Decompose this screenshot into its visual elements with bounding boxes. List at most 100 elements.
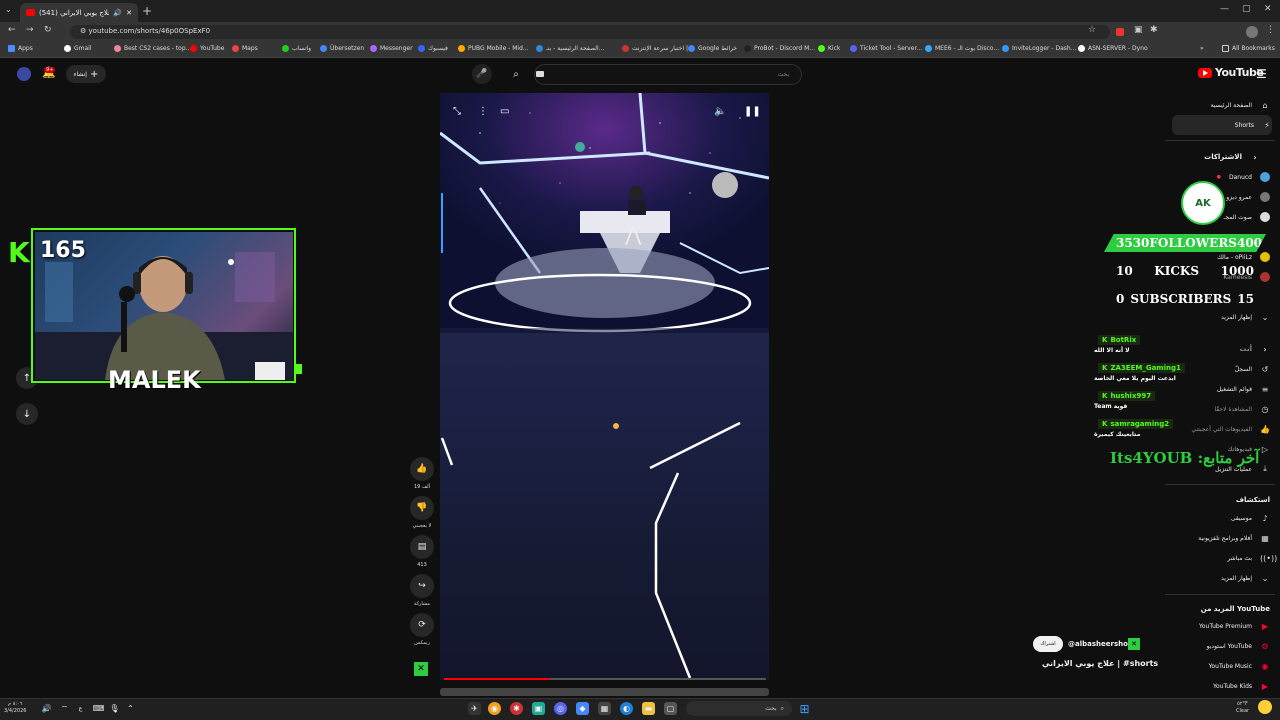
- edge-icon[interactable]: ◐: [620, 702, 633, 715]
- bookmark-item[interactable]: الصفحة الرئيسية - بنـ...: [536, 45, 604, 52]
- bookmark-item[interactable]: Best CS2 cases - top...: [114, 45, 191, 52]
- tab-audio-icon[interactable]: 🔊: [113, 9, 122, 17]
- sidebar-item-shorts[interactable]: Shorts ⚡: [1172, 115, 1272, 135]
- more-options-icon[interactable]: ⋮: [478, 106, 488, 117]
- sidebar-item-home[interactable]: الصفحة الرئيسية ⌂: [1160, 95, 1270, 115]
- pinned-app-icon[interactable]: ✱: [510, 702, 523, 715]
- discord-icon[interactable]: ◎: [554, 702, 567, 715]
- task-view-icon[interactable]: ▢: [664, 702, 677, 715]
- volume-icon[interactable]: 🔈: [714, 106, 726, 117]
- next-short-arrow-icon[interactable]: ↓: [16, 403, 38, 425]
- guide-menu-icon[interactable]: ☰: [1256, 67, 1267, 81]
- keyboard-icon[interactable]: ⌨: [92, 702, 105, 715]
- sidebar-item-kids[interactable]: YouTube Kids ▶: [1160, 676, 1270, 696]
- clock[interactable]: ٨:٠٦ م 3/4/2026: [4, 701, 26, 715]
- sidebar-item-watch-later[interactable]: المشاهدة لاحقًا ◷: [1160, 399, 1270, 419]
- extensions-puzzle-icon[interactable]: ✱: [1150, 25, 1158, 35]
- bookmark-item[interactable]: ProBot - Discord M...: [744, 45, 815, 52]
- captions-icon[interactable]: ▭: [500, 106, 509, 117]
- bookmark-item[interactable]: اختبار سرعة الإنترنت |...: [622, 45, 694, 52]
- dislike-button[interactable]: 👎: [410, 496, 434, 520]
- sidebar-item-playlists[interactable]: قوائم التشغيل ≡: [1160, 379, 1270, 399]
- bookmark-item[interactable]: فيسبوك: [418, 45, 448, 52]
- bookmark-item[interactable]: ASN-SERVER - Dyno: [1078, 45, 1148, 52]
- share-button[interactable]: ↪: [410, 574, 434, 598]
- pinned-app-icon[interactable]: ▣: [532, 702, 545, 715]
- bookmark-item[interactable]: InviteLogger - Dash...: [1002, 45, 1076, 52]
- account-avatar[interactable]: [17, 67, 31, 81]
- back-button[interactable]: ←: [8, 25, 16, 35]
- short-channel-avatar[interactable]: ✕: [1128, 638, 1140, 650]
- bookmark-item[interactable]: Maps: [232, 45, 258, 52]
- bookmark-star-icon[interactable]: ☆: [1088, 25, 1096, 35]
- next-short-preview[interactable]: [440, 688, 769, 696]
- bookmark-item[interactable]: واتساب: [282, 45, 311, 52]
- sidebar-subscriptions-header[interactable]: الاشتراكات ›: [1150, 147, 1260, 167]
- sidebar-show-more[interactable]: إظهار المزيد ⌄: [1160, 307, 1270, 327]
- bookmark-item[interactable]: MEE6 - بوت الـ Disco...: [925, 45, 999, 52]
- pause-icon[interactable]: ❚❚: [744, 106, 761, 117]
- pinned-app-icon[interactable]: ◆: [576, 702, 589, 715]
- bookmark-item[interactable]: Kick: [818, 45, 840, 52]
- bookmark-item[interactable]: Ticket Tool - Server...: [850, 45, 922, 52]
- tab-close-icon[interactable]: ✕: [126, 9, 132, 17]
- more-bookmarks-icon[interactable]: »: [1200, 45, 1204, 52]
- extension-icon[interactable]: ▣: [1134, 25, 1143, 35]
- voice-search-mic-icon[interactable]: 🎤: [472, 64, 492, 84]
- sidebar-item-music-app[interactable]: YouTube Music ◉: [1160, 656, 1270, 676]
- bookmark-item[interactable]: Gmail: [64, 45, 92, 52]
- minimize-button[interactable]: —: [1220, 4, 1229, 14]
- create-button[interactable]: إنشاء +: [66, 65, 106, 83]
- channel-thumbnail[interactable]: ✕: [414, 662, 428, 676]
- bookmark-item[interactable]: PUBG Mobile - Mid...: [458, 45, 529, 52]
- sidebar-item-movies[interactable]: أفلام وبرامج تلفزيونية ▦: [1160, 528, 1270, 548]
- browser-tab[interactable]: (541) علاج يوبي الايراني | #shorts 🔊 ✕: [20, 3, 138, 22]
- sidebar-item-live[interactable]: بث مباشر ((•)): [1160, 548, 1277, 568]
- pinned-app-icon[interactable]: ▦: [598, 702, 611, 715]
- sidebar-item-premium[interactable]: YouTube Premium ▶: [1160, 616, 1270, 636]
- weather-widget[interactable]: ٥٢°F Clear: [1236, 701, 1249, 715]
- browser-menu-icon[interactable]: ⋮: [1266, 25, 1275, 35]
- subscribe-button[interactable]: اشتراك: [1033, 636, 1063, 652]
- file-explorer-icon[interactable]: ▬: [642, 702, 655, 715]
- pinned-app-icon[interactable]: ✈: [468, 702, 481, 715]
- show-hidden-icons-chevron-up-icon[interactable]: ⌃: [124, 702, 137, 715]
- reload-button[interactable]: ↻: [44, 25, 52, 35]
- new-tab-button[interactable]: +: [142, 4, 152, 18]
- chrome-icon[interactable]: ◉: [488, 702, 501, 715]
- fullscreen-icon[interactable]: ⤡: [453, 106, 461, 117]
- search-input[interactable]: بحث: [534, 64, 802, 85]
- taskbar-search-box[interactable]: بحث ⌕: [686, 701, 792, 716]
- youtube-logo[interactable]: YouTube: [1198, 66, 1264, 79]
- sidebar-item-music[interactable]: موسيقى ♪: [1160, 508, 1270, 528]
- microphone-icon[interactable]: 🎙: [108, 702, 121, 715]
- tab-search-icon[interactable]: ⌄: [5, 5, 12, 14]
- shorts-video-player[interactable]: ⋀: [440, 93, 769, 680]
- bookmark-item[interactable]: Messenger: [370, 45, 413, 52]
- search-icon[interactable]: ⌕: [504, 64, 528, 85]
- network-icon[interactable]: ⌔: [58, 702, 71, 715]
- bookmark-item[interactable]: Google خرائط: [688, 45, 737, 52]
- forward-button[interactable]: →: [26, 25, 34, 35]
- close-window-button[interactable]: ✕: [1264, 4, 1272, 14]
- all-bookmarks-folder[interactable]: All Bookmarks: [1222, 45, 1275, 52]
- profile-avatar[interactable]: [1246, 26, 1258, 38]
- bookmark-item[interactable]: Übersetzen: [320, 45, 364, 52]
- volume-icon[interactable]: 🔊: [40, 702, 53, 715]
- input-language[interactable]: ع: [74, 702, 87, 715]
- windows-start-icon[interactable]: ⊞: [798, 702, 811, 716]
- remix-button[interactable]: ⟳: [410, 613, 434, 637]
- maximize-button[interactable]: ▢: [1242, 4, 1251, 14]
- address-bar[interactable]: ⚙ youtube.com/shorts/46p0OSpExF0: [70, 25, 1110, 39]
- sidebar-item-studio[interactable]: استوديو YouTube ⚙: [1160, 636, 1270, 656]
- sidebar-you-header[interactable]: أنت ›: [1160, 339, 1270, 359]
- comments-button[interactable]: ▤: [410, 535, 434, 559]
- sidebar-explore-show-more[interactable]: إظهار المزيد ⌄: [1160, 568, 1270, 588]
- like-button[interactable]: 👍: [410, 457, 434, 481]
- bookmark-item[interactable]: Apps: [8, 45, 33, 52]
- extension-icon[interactable]: [1116, 28, 1124, 36]
- short-channel-name[interactable]: @albasheershow: [1068, 640, 1134, 648]
- sidebar-item-liked[interactable]: الفيديوهات التي أعجبتني 👍: [1160, 419, 1270, 439]
- keyboard-icon[interactable]: [536, 71, 544, 77]
- site-info-icon[interactable]: ⚙: [80, 27, 86, 35]
